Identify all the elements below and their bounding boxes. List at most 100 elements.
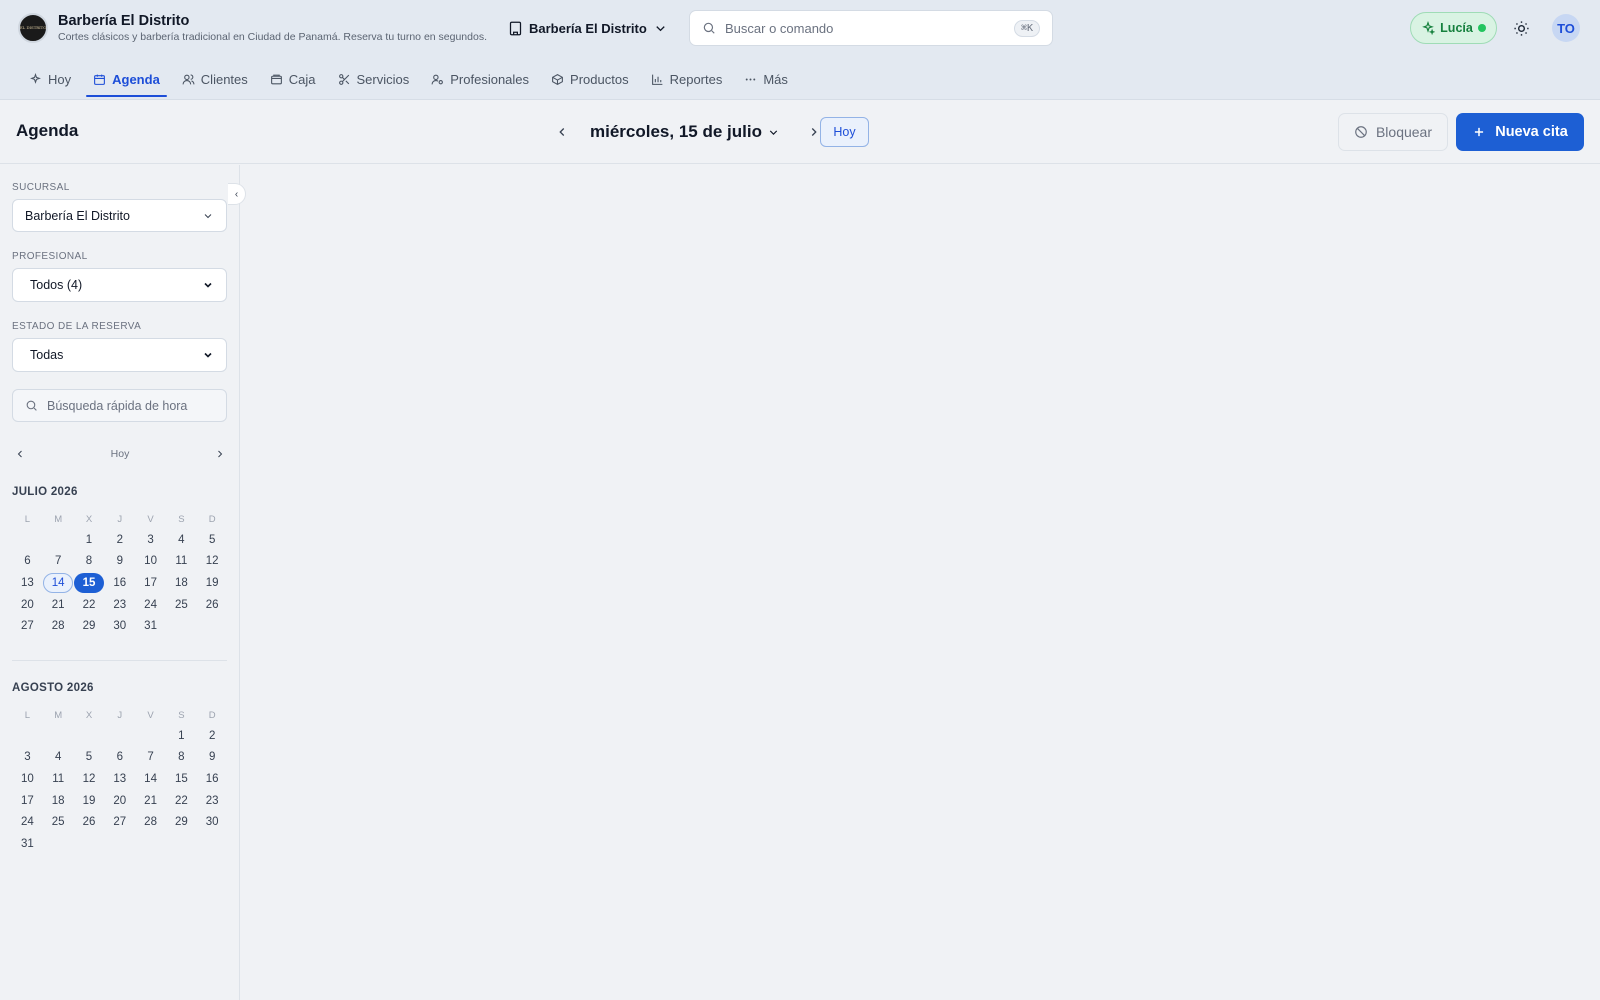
calendar-day[interactable]: 26	[197, 594, 228, 616]
nav-item-productos[interactable]: Productos	[540, 62, 640, 96]
calendar-day[interactable]: 24	[135, 594, 166, 616]
calendar-day[interactable]: 3	[135, 529, 166, 551]
calendar-day[interactable]: 2	[197, 725, 228, 747]
calendar-day[interactable]: 24	[12, 811, 43, 833]
current-date-picker[interactable]: miércoles, 15 de julio	[590, 122, 780, 142]
calendar-day-number: 16	[113, 576, 127, 589]
calendar-day[interactable]: 8	[166, 747, 197, 769]
nav-item-caja[interactable]: Caja	[259, 62, 327, 96]
block-button[interactable]: Bloquear	[1338, 113, 1448, 151]
status-select[interactable]: Todas	[12, 338, 227, 372]
chevron-right-icon[interactable]	[214, 448, 226, 460]
calendar-day[interactable]: 9	[197, 747, 228, 769]
calendar-day[interactable]: 29	[166, 811, 197, 833]
chevron-left-icon[interactable]	[14, 448, 26, 460]
calendar-day[interactable]: 4	[166, 529, 197, 551]
calendar-day[interactable]: 29	[74, 615, 105, 637]
calendar-day[interactable]: 11	[43, 768, 74, 790]
calendar-day[interactable]: 3	[12, 747, 43, 769]
calendar-day[interactable]: 25	[166, 594, 197, 616]
calendar-day[interactable]: 22	[74, 594, 105, 616]
calendar-day[interactable]: 25	[43, 811, 74, 833]
nav-item-agenda[interactable]: Agenda	[82, 62, 171, 97]
weekday-header: L	[24, 513, 31, 525]
calendar-day[interactable]: 18	[43, 790, 74, 812]
calendar-day[interactable]: 30	[197, 811, 228, 833]
calendar-day[interactable]: 20	[104, 790, 135, 812]
calendar-day[interactable]: 2	[104, 529, 135, 551]
calendar-day[interactable]: 16	[197, 768, 228, 790]
calendar-day-number: 19	[205, 576, 219, 589]
calendar-empty-cell	[135, 725, 166, 747]
today-button[interactable]: Hoy	[820, 117, 869, 147]
branch-switcher[interactable]: Barbería El Distrito	[508, 17, 668, 39]
calendar-day[interactable]: 17	[135, 572, 166, 594]
calendar-day[interactable]: 27	[104, 811, 135, 833]
calendar-day[interactable]: 18	[166, 572, 197, 594]
prev-day-button[interactable]	[552, 122, 572, 142]
calendar-day[interactable]: 10	[135, 551, 166, 573]
calendar-day[interactable]: 17	[12, 790, 43, 812]
weekday-header: J	[117, 513, 123, 525]
calendar-day[interactable]: 19	[74, 790, 105, 812]
collapse-sidebar-button[interactable]: ‹	[228, 183, 246, 205]
nav-item-reportes[interactable]: Reportes	[640, 62, 734, 96]
calendar-day[interactable]: 28	[135, 811, 166, 833]
calendar-day[interactable]: 5	[74, 747, 105, 769]
calendar-day[interactable]: 12	[74, 768, 105, 790]
weekday-header: V	[147, 513, 154, 525]
calendar-day[interactable]: 5	[197, 529, 228, 551]
calendar-day[interactable]: 15	[73, 572, 105, 594]
calendar-day[interactable]: 7	[135, 747, 166, 769]
calendar-day[interactable]: 27	[12, 615, 43, 637]
calendar-day[interactable]: 12	[197, 551, 228, 573]
calendar-day[interactable]: 14	[43, 572, 74, 594]
calendar-day[interactable]: 31	[135, 615, 166, 637]
calendar-day[interactable]: 31	[12, 833, 43, 855]
ai-assistant-chip[interactable]: Lucía	[1410, 12, 1497, 44]
calendar-day[interactable]: 1	[166, 725, 197, 747]
calendar-day[interactable]: 26	[74, 811, 105, 833]
calendar-day[interactable]: 20	[12, 594, 43, 616]
nav-item-profesionales[interactable]: Profesionales	[420, 62, 540, 96]
calendar-day[interactable]: 9	[104, 551, 135, 573]
new-appointment-button[interactable]: Nueva cita	[1456, 113, 1584, 151]
mini-calendar-today-link[interactable]: Hoy	[111, 448, 130, 460]
calendar-day[interactable]: 14	[135, 768, 166, 790]
calendar-day[interactable]: 11	[166, 551, 197, 573]
user-avatar[interactable]: TO	[1552, 14, 1580, 42]
calendar-day[interactable]: 13	[104, 768, 135, 790]
calendar-day[interactable]: 23	[197, 790, 228, 812]
nav-item-servicios[interactable]: Servicios	[327, 62, 421, 96]
professional-select[interactable]: Todos (4)	[12, 268, 227, 302]
bar-chart-icon	[651, 74, 662, 85]
nav-item-hoy[interactable]: Hoy	[18, 62, 82, 96]
calendar-day[interactable]: 13	[12, 572, 43, 594]
calendar-day[interactable]: 4	[43, 747, 74, 769]
calendar-day[interactable]: 16	[104, 572, 135, 594]
calendar-day[interactable]: 22	[166, 790, 197, 812]
nav-item-clientes[interactable]: Clientes	[171, 62, 259, 96]
calendar-day[interactable]: 6	[104, 747, 135, 769]
command-search[interactable]: Buscar o comando ⌘K	[689, 10, 1053, 46]
calendar-day-number: 3	[147, 533, 154, 546]
chevron-down-icon	[769, 129, 778, 135]
calendar-day[interactable]: 1	[74, 529, 105, 551]
calendar-day-number: 19	[82, 794, 96, 807]
calendar-day[interactable]: 30	[104, 615, 135, 637]
theme-toggle-button[interactable]	[1509, 16, 1533, 40]
brand[interactable]: EL DISTRITO Barbería El Distrito Cortes …	[18, 12, 487, 44]
calendar-day[interactable]: 15	[166, 768, 197, 790]
branch-select[interactable]: Barbería El Distrito	[12, 199, 227, 232]
calendar-day[interactable]: 6	[12, 551, 43, 573]
calendar-day[interactable]: 28	[43, 615, 74, 637]
calendar-day[interactable]: 19	[197, 572, 228, 594]
calendar-day[interactable]: 7	[43, 551, 74, 573]
nav-item-mas[interactable]: Más	[733, 62, 799, 96]
calendar-day[interactable]: 23	[104, 594, 135, 616]
calendar-day[interactable]: 21	[135, 790, 166, 812]
quick-time-search[interactable]: Búsqueda rápida de hora	[12, 389, 227, 422]
calendar-day[interactable]: 10	[12, 768, 43, 790]
calendar-day[interactable]: 21	[43, 594, 74, 616]
calendar-day[interactable]: 8	[74, 551, 105, 573]
